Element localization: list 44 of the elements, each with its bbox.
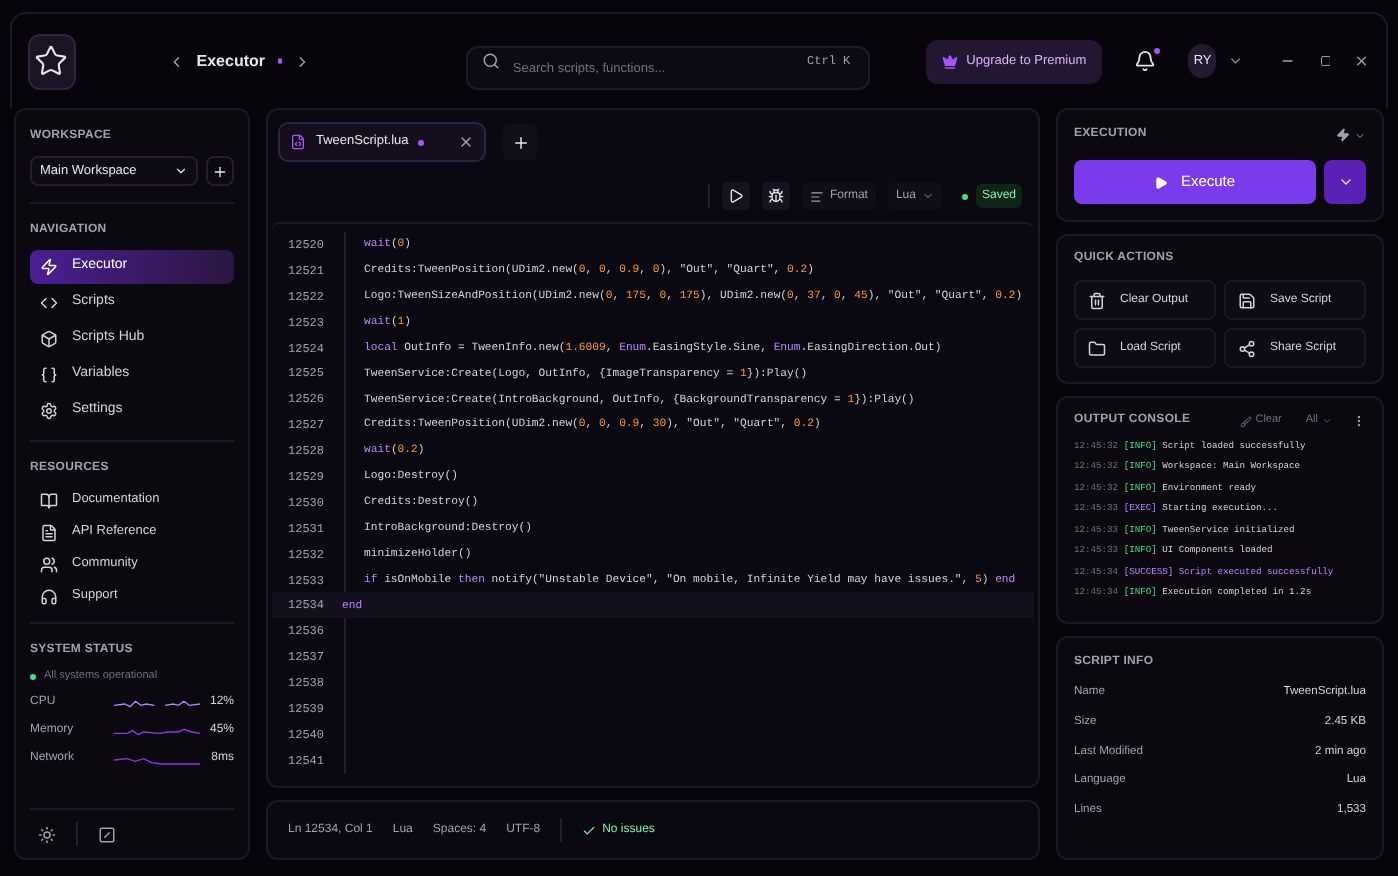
chevron-down-icon — [1337, 174, 1353, 190]
action-icon — [1238, 291, 1256, 309]
bolt-icon[interactable] — [1336, 128, 1350, 142]
nav-icon — [40, 258, 58, 276]
bell-icon[interactable] — [1134, 50, 1157, 72]
search-icon — [482, 52, 501, 70]
chevron-down-icon[interactable] — [1228, 52, 1244, 70]
close-tab-icon[interactable] — [458, 134, 475, 150]
action-icon — [1088, 291, 1106, 309]
plus-icon — [212, 163, 228, 179]
close-icon[interactable] — [1354, 52, 1370, 70]
file-icon — [290, 134, 306, 150]
check-icon — [582, 823, 597, 837]
action-icon — [1088, 339, 1106, 357]
star-icon — [34, 44, 69, 78]
resource-icon — [40, 491, 58, 509]
new-tab-button[interactable] — [502, 124, 539, 160]
debug-button[interactable] — [761, 182, 790, 210]
nav-icon — [40, 330, 58, 348]
run-button[interactable] — [721, 182, 750, 210]
play-icon — [1154, 175, 1169, 189]
add-workspace-button[interactable] — [206, 156, 234, 186]
resource-icon — [40, 523, 58, 541]
nav-icon — [40, 402, 58, 420]
maximize-icon[interactable] — [1319, 54, 1331, 68]
chevron-down-icon — [921, 190, 934, 202]
action-icon — [1238, 339, 1256, 357]
theme-icon[interactable] — [38, 825, 56, 843]
chevron-down-icon — [174, 164, 188, 178]
nav-icon — [40, 366, 58, 384]
resource-icon — [40, 555, 58, 573]
play-icon — [727, 188, 744, 204]
bug-icon — [767, 188, 784, 204]
more-icon[interactable] — [1352, 414, 1366, 428]
chevron-down-icon[interactable] — [1354, 129, 1366, 141]
format-icon — [809, 189, 824, 203]
page-title: Executor — [196, 49, 265, 73]
nav-icon — [40, 294, 58, 312]
resource-icon — [40, 587, 58, 605]
forward-icon[interactable] — [294, 51, 311, 71]
chevron-down-icon — [1322, 416, 1332, 426]
crown-icon — [942, 53, 959, 69]
brush-icon — [1239, 415, 1252, 427]
plus-icon — [511, 133, 530, 151]
